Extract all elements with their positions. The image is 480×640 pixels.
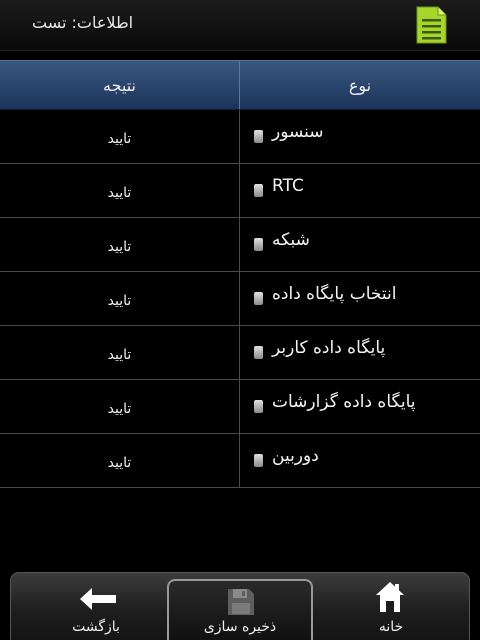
type-cell: شبکه — [240, 218, 480, 271]
table-row[interactable]: تایید RTC — [0, 164, 480, 218]
bullet-icon — [254, 346, 263, 359]
type-label: پایگاه داده کاربر — [272, 338, 386, 358]
column-header-result[interactable]: نتیجه — [0, 61, 240, 109]
type-label: پایگاه داده گزارشات — [272, 392, 416, 412]
type-label: سنسور — [272, 122, 324, 142]
type-label: شبکه — [272, 230, 310, 250]
back-label: بازگشت — [72, 619, 120, 635]
type-cell: پایگاه داده گزارشات — [240, 380, 480, 433]
result-cell: تایید — [0, 164, 240, 217]
home-button[interactable]: خانه — [351, 573, 431, 640]
results-table: نتیجه نوع تایید سنسور تایید RTC تایید شب… — [0, 60, 480, 488]
type-cell: دوربین — [240, 434, 480, 487]
document-icon — [416, 6, 447, 44]
bullet-icon — [254, 400, 263, 413]
floppy-disk-icon — [227, 588, 255, 620]
table-row[interactable]: تایید پایگاه داده گزارشات — [0, 380, 480, 434]
table-row[interactable]: تایید پایگاه داده کاربر — [0, 326, 480, 380]
arrow-left-icon — [79, 587, 117, 615]
screen: اطلاعات: تست نتیجه نوع تایید سنسور تایید… — [0, 0, 480, 640]
type-cell: پایگاه داده کاربر — [240, 326, 480, 379]
type-label: انتخاب پایگاه داده — [272, 284, 397, 304]
result-cell: تایید — [0, 326, 240, 379]
result-cell: تایید — [0, 380, 240, 433]
table-row[interactable]: تایید دوربین — [0, 434, 480, 488]
bullet-icon — [254, 130, 263, 143]
result-cell: تایید — [0, 110, 240, 163]
result-cell: تایید — [0, 434, 240, 487]
save-button[interactable]: ذخیره سازی — [167, 579, 313, 640]
bullet-icon — [254, 292, 263, 305]
type-cell: انتخاب پایگاه داده — [240, 272, 480, 325]
bottom-toolbar: بازگشت ذخیره سازی خانه — [10, 572, 470, 640]
table-row[interactable]: تایید سنسور — [0, 110, 480, 164]
result-cell: تایید — [0, 218, 240, 271]
back-button[interactable]: بازگشت — [41, 573, 151, 640]
bullet-icon — [254, 238, 263, 251]
table-row[interactable]: تایید انتخاب پایگاه داده — [0, 272, 480, 326]
type-label: دوربین — [272, 446, 319, 466]
type-cell: سنسور — [240, 110, 480, 163]
home-icon — [375, 581, 405, 617]
title-bar: اطلاعات: تست — [0, 0, 480, 51]
save-label: ذخیره سازی — [203, 619, 277, 635]
bullet-icon — [254, 454, 263, 467]
type-label: RTC — [272, 176, 304, 196]
page-title: اطلاعات: تست — [32, 13, 134, 32]
table-row[interactable]: تایید شبکه — [0, 218, 480, 272]
result-cell: تایید — [0, 272, 240, 325]
bullet-icon — [254, 184, 263, 197]
table-header: نتیجه نوع — [0, 60, 480, 110]
type-cell: RTC — [240, 164, 480, 217]
column-header-type[interactable]: نوع — [240, 61, 480, 109]
home-label: خانه — [378, 619, 404, 635]
